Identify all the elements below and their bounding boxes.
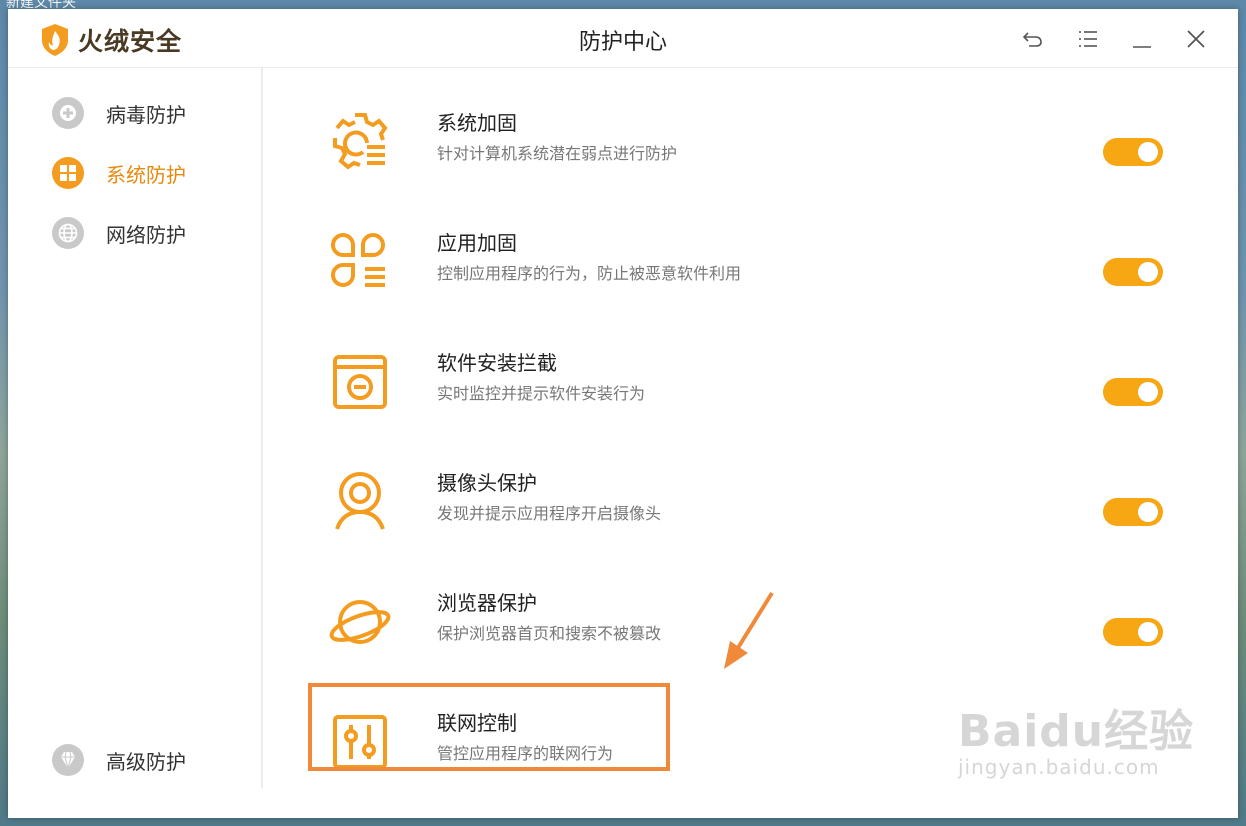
feature-description: 针对计算机系统潜在弱点进行防护 xyxy=(437,144,678,163)
feature-toggle[interactable] xyxy=(1103,498,1163,526)
toggle-knob xyxy=(1138,142,1158,162)
feature-app-hardening: 应用加固 控制应用程序的行为，防止被恶意软件利用 xyxy=(263,225,1238,325)
feature-description: 保护浏览器首页和搜索不被篡改 xyxy=(437,624,662,643)
toggle-knob xyxy=(1138,382,1158,402)
sidebar-item-label: 高级防护 xyxy=(106,749,186,774)
toggle-knob xyxy=(1138,262,1158,282)
feature-toggle[interactable] xyxy=(1103,618,1163,646)
toggle-knob xyxy=(1138,622,1158,642)
app-window: 火绒安全 防护中心 病毒防护 系统防护 网络防护 高级防护 系统加固 针对计算机… xyxy=(8,9,1238,818)
feature-toggle[interactable] xyxy=(1103,258,1163,286)
close-icon xyxy=(1187,30,1205,48)
baidu-watermark: Baidu经验 jingyan.baidu.com xyxy=(958,695,1194,779)
watermark-url: jingyan.baidu.com xyxy=(958,755,1160,779)
back-button[interactable] xyxy=(1021,27,1045,51)
feature-description: 发现并提示应用程序开启摄像头 xyxy=(437,504,662,523)
feature-description: 实时监控并提示软件安装行为 xyxy=(437,384,646,403)
back-icon xyxy=(1022,32,1042,47)
watermark-main-text: Baidu经验 xyxy=(958,706,1195,757)
sidebar-item-label: 系统防护 xyxy=(106,162,186,187)
feature-title: 浏览器保护 xyxy=(437,591,537,615)
highlight-box xyxy=(308,683,670,771)
feature-description: 控制应用程序的行为，防止被恶意软件利用 xyxy=(437,264,742,283)
title-bar: 火绒安全 防护中心 xyxy=(8,9,1238,68)
sidebar-item-system-protection[interactable]: 系统防护 xyxy=(52,156,186,190)
annotation-arrow-icon xyxy=(724,591,774,669)
sidebar: 病毒防护 系统防护 网络防护 高级防护 xyxy=(8,68,263,788)
app-grid-icon xyxy=(327,229,393,295)
feature-install-block: 软件安装拦截 实时监控并提示软件安装行为 xyxy=(263,345,1238,445)
sidebar-item-virus-protection[interactable]: 病毒防护 xyxy=(52,96,186,130)
window-title: 防护中心 xyxy=(578,30,667,55)
toggle-knob xyxy=(1138,502,1158,522)
install-block-icon xyxy=(327,349,393,415)
sidebar-item-network-protection[interactable]: 网络防护 xyxy=(52,216,186,250)
minimize-button[interactable] xyxy=(1130,27,1154,51)
menu-button[interactable] xyxy=(1076,27,1100,51)
close-button[interactable] xyxy=(1184,27,1208,51)
planet-icon xyxy=(327,589,393,655)
diamond-icon xyxy=(52,744,84,776)
minimize-icon xyxy=(1133,46,1151,48)
feature-system-hardening: 系统加固 针对计算机系统潜在弱点进行防护 xyxy=(263,105,1238,205)
sidebar-item-label: 网络防护 xyxy=(106,222,186,247)
feature-toggle[interactable] xyxy=(1103,378,1163,406)
feature-title: 系统加固 xyxy=(437,111,517,135)
sidebar-item-advanced-protection[interactable]: 高级防护 xyxy=(52,743,186,777)
webcam-icon xyxy=(327,469,393,535)
feature-webcam-protection: 摄像头保护 发现并提示应用程序开启摄像头 xyxy=(263,465,1238,565)
menu-icon xyxy=(1079,31,1097,47)
gear-list-icon xyxy=(327,109,393,175)
virus-shield-icon xyxy=(52,97,84,129)
feature-title: 软件安装拦截 xyxy=(437,351,557,375)
feature-title: 摄像头保护 xyxy=(437,471,537,495)
globe-icon xyxy=(52,217,84,249)
sidebar-item-label: 病毒防护 xyxy=(106,102,186,127)
feature-toggle[interactable] xyxy=(1103,138,1163,166)
windows-icon xyxy=(52,157,84,189)
feature-title: 应用加固 xyxy=(437,231,517,255)
